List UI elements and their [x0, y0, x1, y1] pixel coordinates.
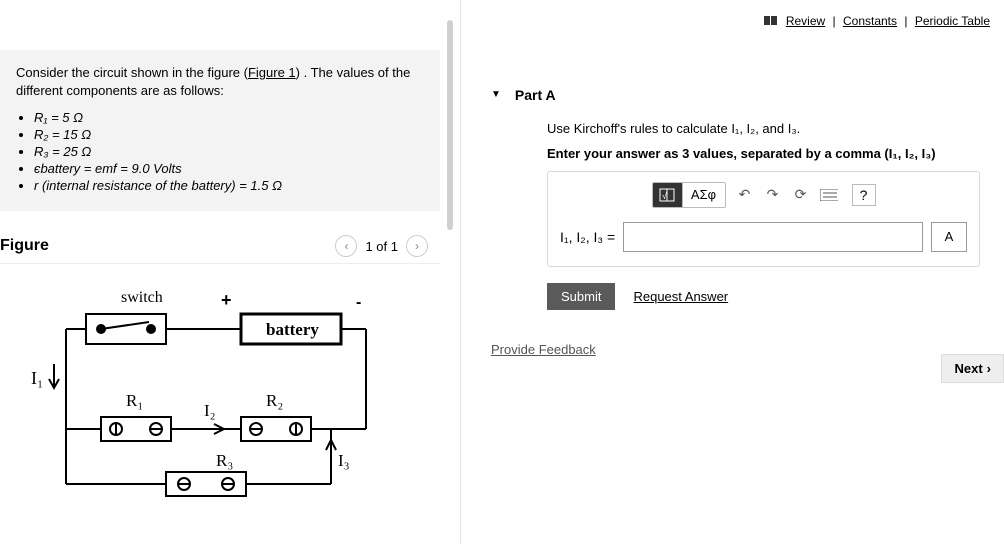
component-list: R₁ = 5 Ω R₂ = 15 Ω R₃ = 25 Ω єbattery = …: [34, 110, 424, 193]
figure-title: Figure: [0, 237, 49, 255]
provide-feedback-link[interactable]: Provide Feedback: [491, 342, 596, 357]
undo-icon[interactable]: ↶: [736, 186, 754, 204]
book-icon: [764, 15, 778, 29]
problem-intro-pre: Consider the circuit shown in the figure…: [16, 65, 248, 80]
circuit-figure: switch + - battery I₁ I₂ I₃ R₁ R₂ R₃: [0, 264, 440, 517]
left-scrollbar[interactable]: [447, 0, 453, 544]
label-R3: R₃: [216, 451, 233, 470]
redo-icon[interactable]: ↷: [764, 186, 782, 204]
part-title: Part A: [515, 87, 556, 103]
next-button[interactable]: Next ›: [941, 354, 1004, 383]
label-minus: -: [356, 294, 361, 311]
reset-icon[interactable]: ⟳: [792, 186, 810, 204]
label-I3: I₃: [338, 451, 350, 470]
part-question: Use Kirchoff's rules to calculate I₁, I₂…: [547, 121, 980, 136]
greek-tool-button[interactable]: ΑΣφ: [683, 183, 725, 207]
figure-prev-button[interactable]: ‹: [335, 235, 357, 257]
help-button[interactable]: ?: [852, 184, 876, 206]
answer-box: √ ΑΣφ ↶ ↷ ⟳ ? I₁, I₂, I₃ =: [547, 171, 980, 267]
label-switch: switch: [121, 289, 163, 306]
submit-button[interactable]: Submit: [547, 283, 615, 310]
label-battery: battery: [266, 320, 319, 339]
periodic-table-link[interactable]: Periodic Table: [915, 14, 990, 28]
component-r2: R₂ = 15 Ω: [34, 127, 424, 142]
template-tool-button[interactable]: √: [653, 183, 683, 207]
constants-link[interactable]: Constants: [843, 14, 897, 28]
label-I1: I₁: [31, 368, 43, 388]
label-R1: R₁: [126, 391, 143, 410]
answer-unit: A: [931, 222, 967, 252]
figure-next-button[interactable]: ›: [406, 235, 428, 257]
label-plus: +: [221, 290, 232, 310]
figure-page-indicator: 1 of 1: [365, 239, 398, 254]
label-R2: R₂: [266, 391, 283, 410]
review-link[interactable]: Review: [786, 14, 825, 28]
answer-instruction: Enter your answer as 3 values, separated…: [547, 146, 980, 161]
request-answer-link[interactable]: Request Answer: [633, 289, 728, 304]
keyboard-icon[interactable]: [820, 186, 838, 204]
next-label: Next: [954, 361, 982, 376]
component-r1: R₁ = 5 Ω: [34, 110, 424, 125]
component-r3: R₃ = 25 Ω: [34, 144, 424, 159]
component-emf: єbattery = emf = 9.0 Volts: [34, 161, 424, 176]
chevron-right-icon: ›: [987, 361, 991, 376]
component-rint: r (internal resistance of the battery) =…: [34, 178, 424, 193]
collapse-caret-icon[interactable]: ▼: [491, 89, 501, 100]
answer-input[interactable]: [623, 222, 923, 252]
svg-text:√: √: [662, 191, 667, 201]
problem-statement: Consider the circuit shown in the figure…: [0, 50, 440, 211]
label-I2: I₂: [204, 401, 216, 420]
figure-link[interactable]: Figure 1: [248, 65, 296, 80]
answer-label: I₁, I₂, I₃ =: [560, 229, 615, 245]
